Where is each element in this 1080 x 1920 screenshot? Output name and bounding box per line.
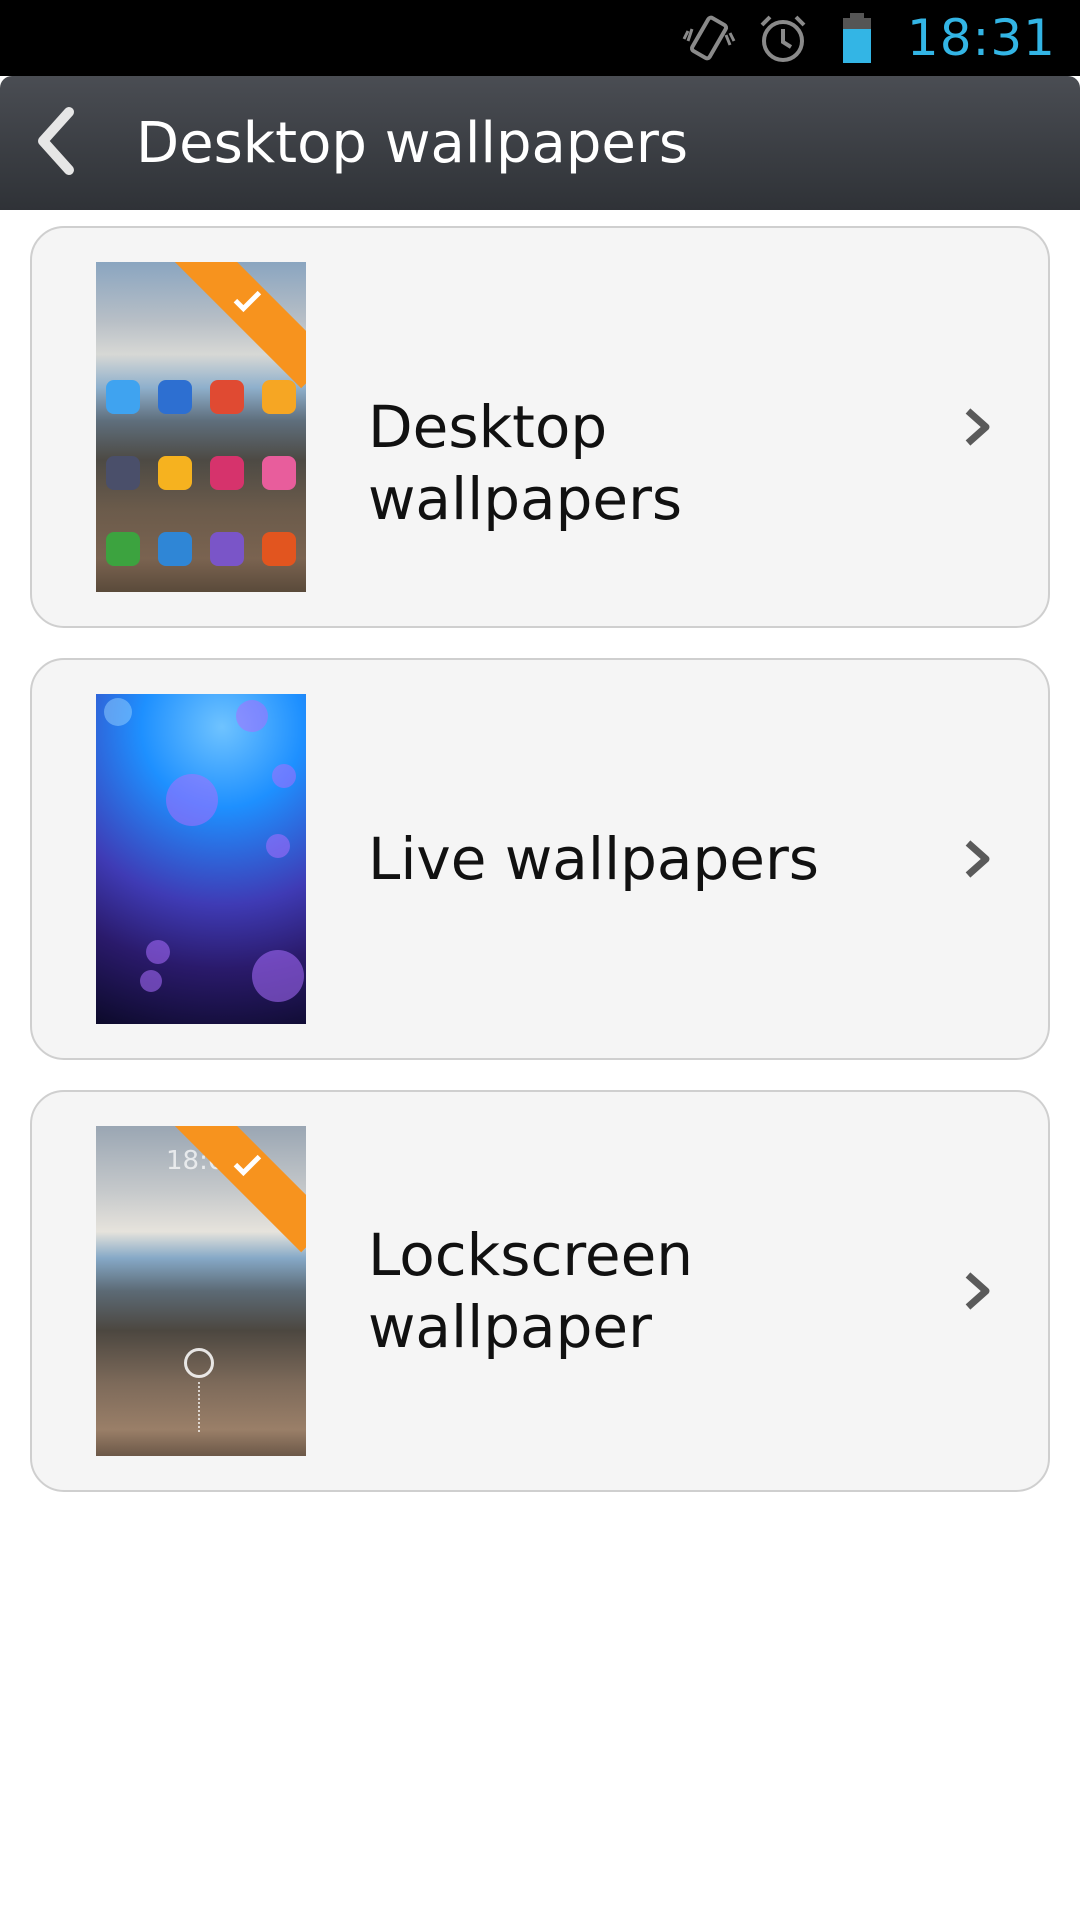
- title-bar: Desktop wallpapers: [0, 76, 1080, 210]
- selected-ribbon: [159, 1126, 306, 1253]
- status-clock: 18:31: [906, 9, 1056, 67]
- gallery-app-icon: [158, 456, 192, 490]
- chevron-right-icon: [962, 1269, 992, 1313]
- contacts-app-icon: [158, 532, 192, 566]
- status-bar: 18:31: [0, 0, 1080, 76]
- themes-app-icon: [262, 456, 296, 490]
- lockscreen-wallpaper-card[interactable]: 18:0 Lockscreen wallpaper: [30, 1090, 1050, 1492]
- live-wallpapers-card[interactable]: Live wallpapers: [30, 658, 1050, 1060]
- music-app-icon: [210, 456, 244, 490]
- bubble: [140, 970, 162, 992]
- unlock-ring-icon: [184, 1348, 214, 1378]
- selected-ribbon: [159, 262, 306, 389]
- bubble: [266, 834, 290, 858]
- browser-app-icon: [262, 532, 296, 566]
- page-title: Desktop wallpapers: [136, 110, 689, 176]
- bubble: [252, 950, 304, 1002]
- folder-app-icon: [262, 380, 296, 414]
- phone-app-icon: [106, 532, 140, 566]
- card-label: Lockscreen wallpaper: [368, 1221, 694, 1361]
- bubble: [236, 700, 268, 732]
- lockscreen-wallpaper-preview: 18:0: [96, 1126, 306, 1456]
- apps-app-icon: [158, 380, 192, 414]
- calendar-app-icon: [210, 380, 244, 414]
- weather-app-icon: [106, 380, 140, 414]
- messages-app-icon: [210, 532, 244, 566]
- live-wallpaper-preview: [96, 694, 306, 1024]
- unlock-track: [198, 1382, 200, 1432]
- app-icon-grid: [106, 380, 296, 592]
- camera-app-icon: [106, 456, 140, 490]
- bubble: [104, 698, 132, 726]
- desktop-wallpaper-preview: [96, 262, 306, 592]
- bubble: [166, 774, 218, 826]
- check-icon: [225, 281, 266, 322]
- bubble: [146, 940, 170, 964]
- check-icon: [225, 1145, 266, 1186]
- back-button[interactable]: [0, 76, 110, 210]
- chevron-left-icon: [33, 106, 77, 180]
- chevron-right-icon: [962, 405, 992, 449]
- desktop-wallpapers-card[interactable]: Desktop wallpapers: [30, 226, 1050, 628]
- alarm-icon: [755, 10, 811, 66]
- card-label: Live wallpapers: [368, 825, 820, 893]
- bubble: [272, 764, 296, 788]
- chevron-right-icon: [962, 837, 992, 881]
- battery-icon: [829, 10, 885, 66]
- vibrate-icon: [681, 10, 737, 66]
- card-label: Desktop wallpapers: [368, 393, 683, 533]
